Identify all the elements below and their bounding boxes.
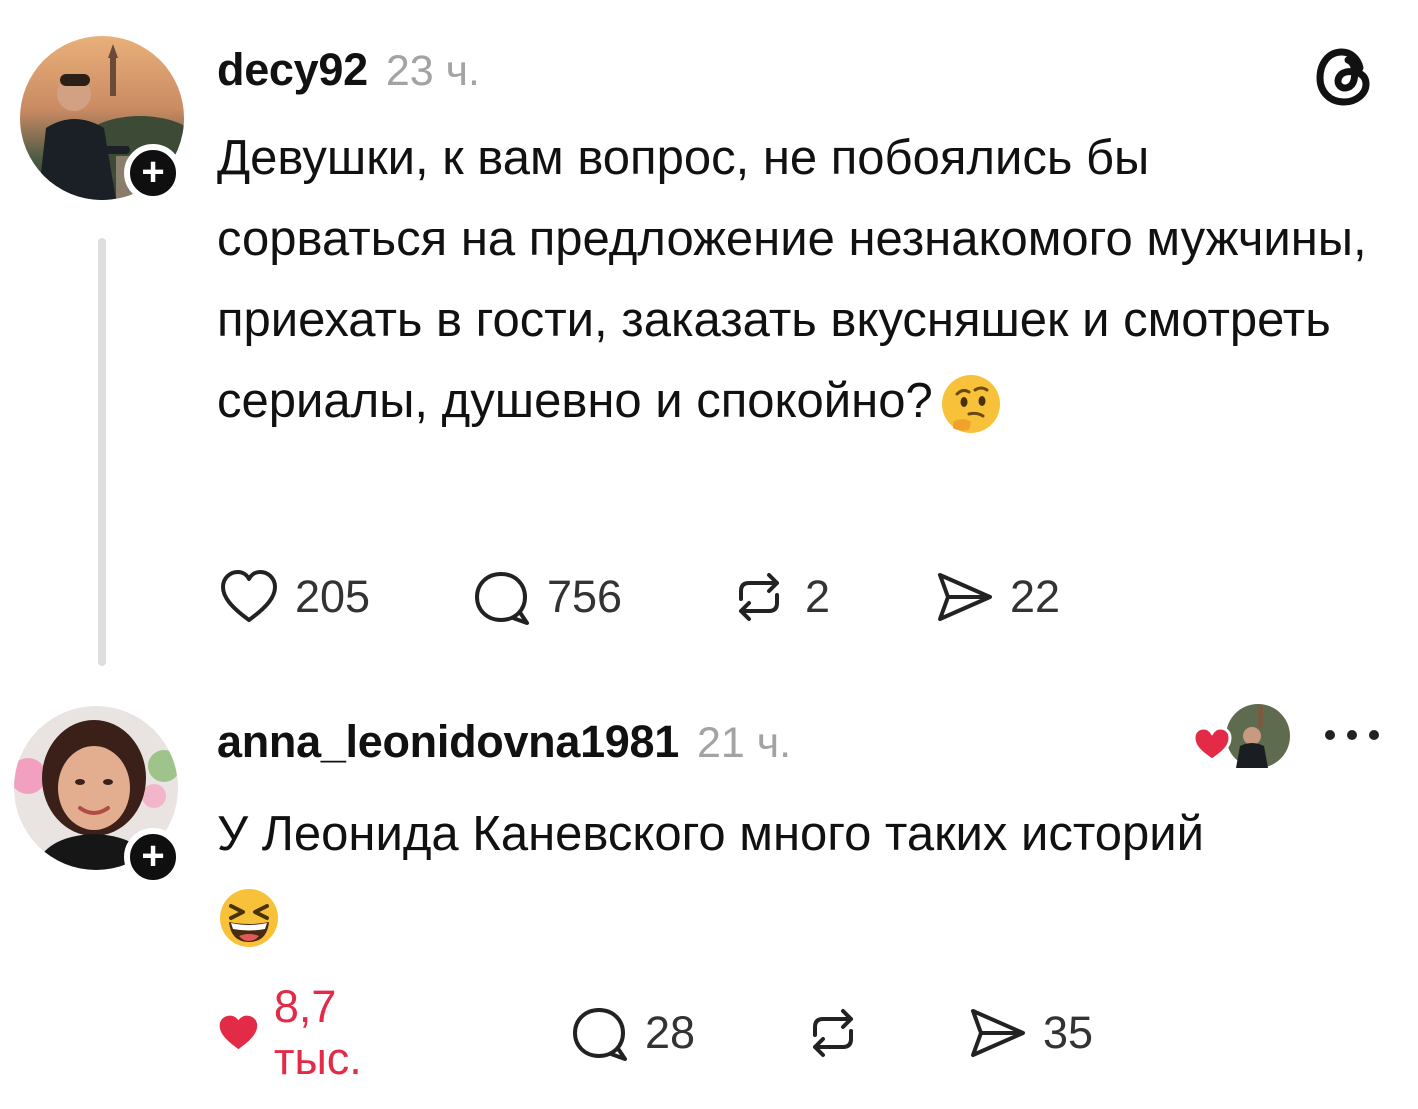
grinning-squinting-face-icon	[220, 889, 278, 948]
username[interactable]: anna_leonidovna1981	[217, 716, 679, 768]
author-avatar-1[interactable]: +	[20, 36, 184, 202]
share-send-icon	[938, 573, 992, 621]
liked-by-author-icon	[1192, 704, 1290, 768]
post-header: anna_leonidovna1981 21 ч.	[217, 716, 791, 768]
comment-bubble-icon	[475, 572, 529, 625]
follow-button[interactable]: +	[124, 144, 182, 202]
post-text-content: У Леонида Каневского много таких историй	[217, 807, 1205, 861]
author-avatar-2[interactable]: +	[14, 706, 182, 886]
comment-count: 28	[645, 1007, 696, 1058]
like-count: 8,7 тыс.	[273, 981, 362, 1084]
threads-logo-icon[interactable]	[1310, 40, 1382, 112]
share-count: 35	[1043, 1007, 1094, 1058]
post-1: + decy92 23 ч. Девушки, к вам вопрос, не…	[0, 0, 1418, 690]
share-button[interactable]: 22	[932, 564, 1060, 630]
post-text: У Леонида Каневского много таких историй	[217, 794, 1387, 956]
share-button[interactable]: 35	[965, 1000, 1093, 1066]
share-send-icon	[971, 1009, 1025, 1057]
post-text: Девушки, к вам вопрос, не побоялись бы с…	[217, 118, 1387, 442]
timestamp: 21 ч.	[697, 719, 792, 767]
comment-count: 756	[547, 571, 623, 622]
username[interactable]: decy92	[217, 44, 368, 96]
grinning-squinting-face-emoji	[217, 886, 281, 950]
post-text-content: Девушки, к вам вопрос, не побоялись бы с…	[217, 131, 1367, 428]
thread-line	[98, 238, 106, 666]
like-button[interactable]: 8,7 тыс.	[217, 981, 383, 1084]
repost-icon	[813, 1009, 853, 1057]
thinking-face-icon	[941, 375, 1000, 434]
comment-bubble-icon	[573, 1008, 627, 1061]
comment-button[interactable]: 28	[567, 1000, 695, 1066]
follow-button[interactable]: +	[124, 828, 182, 886]
repost-icon	[739, 573, 779, 621]
post-2: + anna_leonidovna1981 21 ч. У Леонида Ка…	[0, 690, 1418, 1109]
heart-filled-icon	[219, 1015, 258, 1050]
share-count: 22	[1010, 571, 1061, 622]
repost-button[interactable]: 2	[727, 564, 830, 630]
comment-button[interactable]: 756	[469, 564, 622, 630]
repost-count: 2	[805, 571, 831, 622]
thinking-face-emoji	[939, 372, 1003, 436]
timestamp: 23 ч.	[385, 47, 480, 95]
like-count: 205	[295, 571, 371, 622]
repost-button[interactable]	[801, 1000, 879, 1066]
post-header: decy92 23 ч.	[217, 44, 480, 96]
like-button[interactable]: 205	[217, 564, 370, 630]
more-icon[interactable]	[1322, 720, 1382, 750]
heart-icon	[221, 570, 277, 622]
